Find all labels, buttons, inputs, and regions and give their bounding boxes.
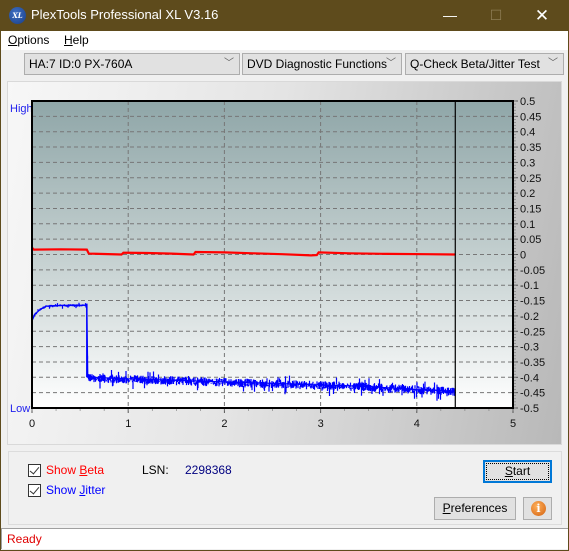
- accelerator-key: B: [79, 463, 88, 477]
- menu-bar: Options Help: [1, 31, 568, 50]
- show-beta-label[interactable]: Show Beta: [46, 463, 104, 477]
- app-logo-icon: XL: [9, 7, 26, 24]
- y-tick-label: 0.1: [520, 219, 535, 231]
- accelerator-key: S: [504, 464, 513, 478]
- y-tick-label: 0.4: [520, 127, 535, 139]
- title-bar[interactable]: XL PlexTools Professional XL V3.16 — ☐ ✕: [0, 0, 569, 31]
- x-tick-label: 4: [414, 418, 420, 430]
- y-tick-label: 0.35: [520, 142, 541, 154]
- maximize-button[interactable]: ☐: [473, 0, 519, 31]
- show-beta-checkbox[interactable]: [28, 464, 41, 477]
- lsn-value: 2298368: [185, 463, 232, 477]
- y-tick-label: 0.2: [520, 188, 535, 200]
- start-button-label: Start: [486, 463, 549, 480]
- menu-options[interactable]: Options: [8, 33, 49, 47]
- x-tick-label: 5: [510, 418, 516, 430]
- x-tick-label: 3: [318, 418, 324, 430]
- chevron-down-icon: ﹀: [386, 58, 396, 69]
- y-tick-label: -0.2: [520, 311, 539, 323]
- y-tick-label: 0.45: [520, 111, 541, 123]
- chevron-down-icon: ﹀: [548, 58, 558, 69]
- y-tick-label: 0.05: [520, 234, 541, 246]
- y-tick-label: 0.5: [520, 96, 535, 108]
- function-select-value: DVD Diagnostic Functions: [247, 57, 388, 71]
- accelerator-key: P: [442, 501, 451, 515]
- x-tick-label: 2: [221, 418, 227, 430]
- test-select[interactable]: Q-Check Beta/Jitter Test ﹀: [405, 53, 564, 75]
- y-tick-label: 0.25: [520, 173, 541, 185]
- drive-select[interactable]: HA:7 ID:0 PX-760A ﹀: [24, 53, 240, 75]
- drive-select-value: HA:7 ID:0 PX-760A: [29, 57, 133, 71]
- y-tick-label: -0.25: [520, 326, 545, 338]
- show-jitter-checkbox[interactable]: [28, 484, 41, 497]
- preferences-button[interactable]: Preferences: [434, 497, 516, 520]
- x-tick-label: 0: [29, 418, 35, 430]
- function-select[interactable]: DVD Diagnostic Functions ﹀: [242, 53, 402, 75]
- x-tick-label: 1: [125, 418, 131, 430]
- info-icon: i: [531, 501, 546, 516]
- show-jitter-label[interactable]: Show Jitter: [46, 483, 105, 497]
- client-area: Options Help HA:7 ID:0 PX-760A ﹀ DVD Dia…: [1, 31, 568, 550]
- y-tick-label: -0.5: [520, 403, 539, 415]
- info-button[interactable]: i: [523, 497, 552, 520]
- y-tick-label: -0.45: [520, 388, 545, 400]
- status-text: Ready: [7, 532, 42, 546]
- y-tick-label: -0.4: [520, 372, 539, 384]
- controls-group: Show Beta Show Jitter LSN: 2298368 Start…: [8, 451, 562, 525]
- menu-options-accel: O: [8, 33, 18, 47]
- menu-help-accel: H: [64, 33, 73, 47]
- test-select-value: Q-Check Beta/Jitter Test: [410, 57, 540, 71]
- y-low-label: Low: [10, 403, 30, 415]
- menu-options-label: ptions: [17, 33, 50, 47]
- y-tick-label: -0.05: [520, 265, 545, 277]
- beta-jitter-chart: High Low 0.50.450.40.350.30.250.20.150.1…: [10, 96, 545, 430]
- y-tick-label: 0.3: [520, 157, 535, 169]
- window-title: PlexTools Professional XL V3.16: [31, 7, 219, 22]
- menu-help[interactable]: Help: [64, 33, 89, 47]
- lsn-label: LSN:: [142, 463, 169, 477]
- app-window: XL PlexTools Professional XL V3.16 — ☐ ✕…: [0, 0, 569, 551]
- menu-help-label: elp: [72, 33, 89, 47]
- y-tick-label: 0: [520, 250, 526, 262]
- status-bar: Ready: [1, 528, 568, 549]
- start-button[interactable]: Start: [483, 460, 552, 483]
- y-tick-label: 0.15: [520, 203, 541, 215]
- chevron-down-icon: ﹀: [224, 58, 234, 69]
- y-tick-label: -0.15: [520, 296, 545, 308]
- accelerator-key: J: [79, 483, 86, 497]
- y-high-label: High: [10, 103, 33, 115]
- chart-panel: High Low 0.5 0.45 0.4 0.35 0.3 0.25 0.2 0.15 0.1…: [7, 81, 562, 445]
- close-button[interactable]: ✕: [519, 0, 565, 31]
- y-tick-label: -0.3: [520, 342, 539, 354]
- y-tick-label: -0.35: [520, 357, 545, 369]
- minimize-button[interactable]: —: [427, 0, 473, 31]
- y-tick-label: -0.1: [520, 280, 539, 292]
